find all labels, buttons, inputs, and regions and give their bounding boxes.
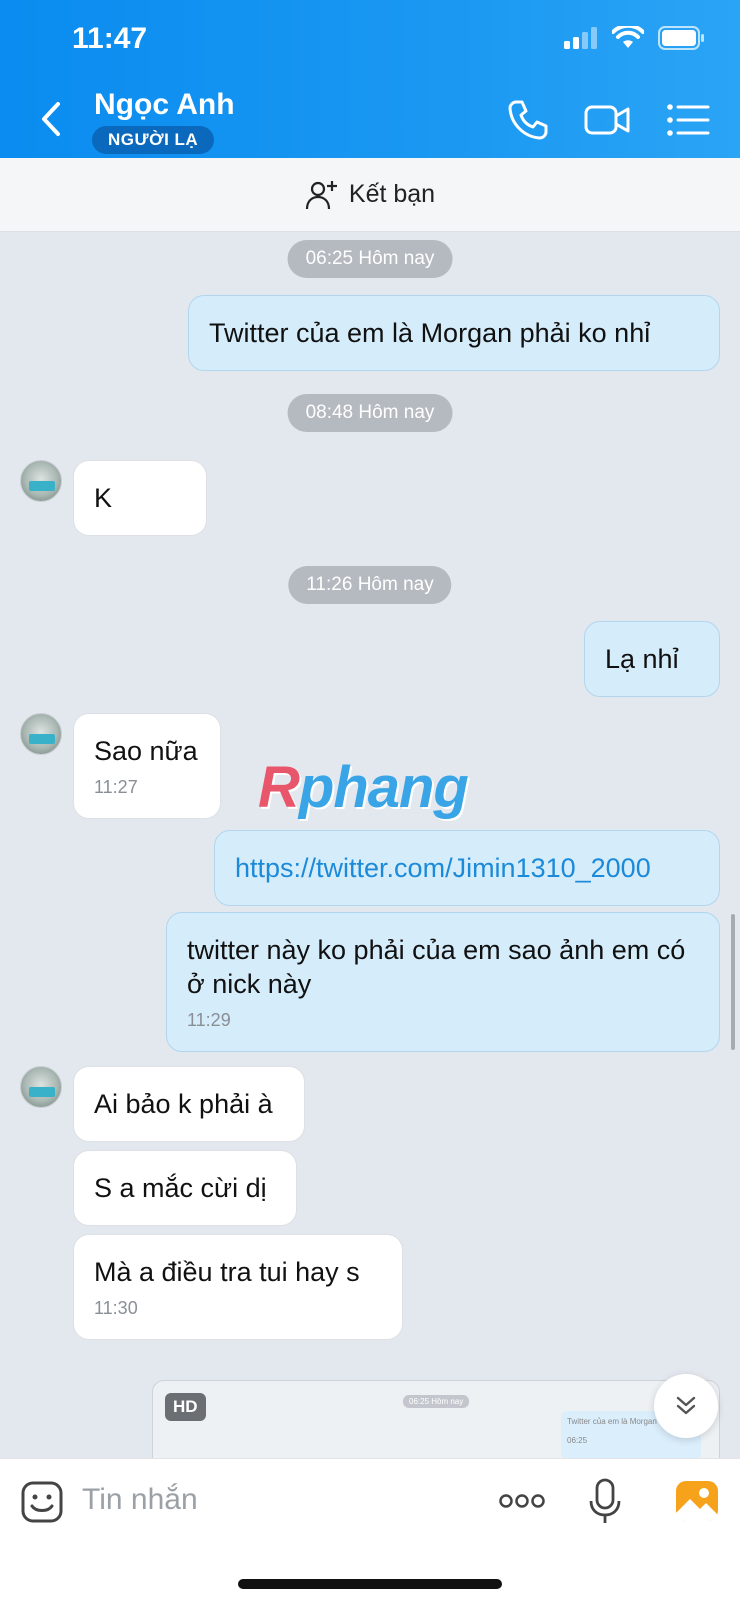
- message-incoming[interactable]: Mà a điều tra tui hay s 11:30: [73, 1234, 403, 1340]
- message-text: twitter này ko phải của em sao ảnh em có…: [187, 935, 686, 999]
- avatar[interactable]: [20, 713, 62, 755]
- message-list[interactable]: 06:25 Hôm nay Twitter của em là Morgan p…: [0, 232, 740, 1458]
- more-options-icon[interactable]: [498, 1477, 546, 1525]
- message-link[interactable]: https://twitter.com/Jimin1310_2000: [235, 853, 651, 883]
- add-friend-label: Kết bạn: [348, 180, 436, 208]
- phone-icon[interactable]: [504, 96, 552, 144]
- message-incoming[interactable]: Ai bảo k phải à: [73, 1066, 305, 1142]
- add-friend-button[interactable]: Kết bạn: [0, 158, 740, 232]
- back-chevron-icon[interactable]: [34, 96, 70, 142]
- avatar[interactable]: [20, 1066, 62, 1108]
- message-text: Mà a điều tra tui hay s: [94, 1257, 360, 1287]
- scrollbar[interactable]: [731, 914, 735, 1050]
- signal-icon: [564, 27, 597, 49]
- hd-badge: HD: [165, 1393, 206, 1421]
- add-friend-icon: [305, 180, 337, 209]
- message-outgoing-link[interactable]: https://twitter.com/Jimin1310_2000: [214, 830, 720, 906]
- message-outgoing[interactable]: Lạ nhỉ: [584, 621, 720, 697]
- status-icons: [564, 26, 706, 50]
- sticker-icon[interactable]: [20, 1477, 64, 1525]
- message-text: Sao nữa: [94, 736, 198, 766]
- message-time: 11:27: [94, 777, 138, 797]
- message-text: Lạ nhỉ: [605, 644, 679, 674]
- message-text: Twitter của em là Morgan phải ko nhỉ: [209, 318, 651, 348]
- image-message[interactable]: HD 06:25 Hôm nay Twitter của em là Morga…: [152, 1380, 720, 1458]
- message-input-bar: Tin nhắn: [0, 1458, 740, 1600]
- chat-header: 11:47 Ngọc Anh NGƯỜI LẠ: [0, 0, 740, 158]
- message-outgoing[interactable]: Twitter của em là Morgan phải ko nhỉ: [188, 295, 720, 371]
- message-incoming[interactable]: Sao nữa 11:27: [73, 713, 221, 819]
- video-call-icon[interactable]: [584, 96, 632, 144]
- scroll-to-bottom-button[interactable]: [654, 1374, 718, 1438]
- message-outgoing[interactable]: twitter này ko phải của em sao ảnh em có…: [166, 912, 720, 1052]
- double-chevron-down-icon: [676, 1396, 696, 1415]
- message-input[interactable]: Tin nhắn: [82, 1483, 198, 1517]
- contact-name[interactable]: Ngọc Anh: [94, 88, 235, 122]
- message-incoming[interactable]: K: [73, 460, 207, 536]
- watermark-logo: Rphang: [258, 755, 469, 820]
- menu-list-icon[interactable]: [664, 96, 712, 144]
- message-time: 11:29: [187, 1010, 231, 1030]
- battery-icon: [658, 26, 704, 50]
- stranger-badge: NGƯỜI LẠ: [92, 126, 215, 154]
- time-separator: 06:25 Hôm nay: [287, 240, 453, 278]
- time-separator: 08:48 Hôm nay: [287, 394, 453, 432]
- message-incoming[interactable]: S a mắc cừi dị: [73, 1150, 297, 1226]
- gallery-icon[interactable]: [674, 1477, 720, 1525]
- time-separator: 11:26 Hôm nay: [288, 566, 452, 604]
- status-time: 11:47: [72, 22, 148, 55]
- wifi-icon: [612, 26, 644, 48]
- message-text: K: [94, 483, 113, 513]
- microphone-icon[interactable]: [588, 1477, 622, 1525]
- preview-time-separator: 06:25 Hôm nay: [403, 1395, 470, 1408]
- message-text: S a mắc cừi dị: [94, 1173, 267, 1203]
- avatar[interactable]: [20, 460, 62, 502]
- message-time: 11:30: [94, 1298, 138, 1318]
- message-text: Ai bảo k phải à: [94, 1089, 273, 1119]
- home-indicator: [238, 1579, 502, 1589]
